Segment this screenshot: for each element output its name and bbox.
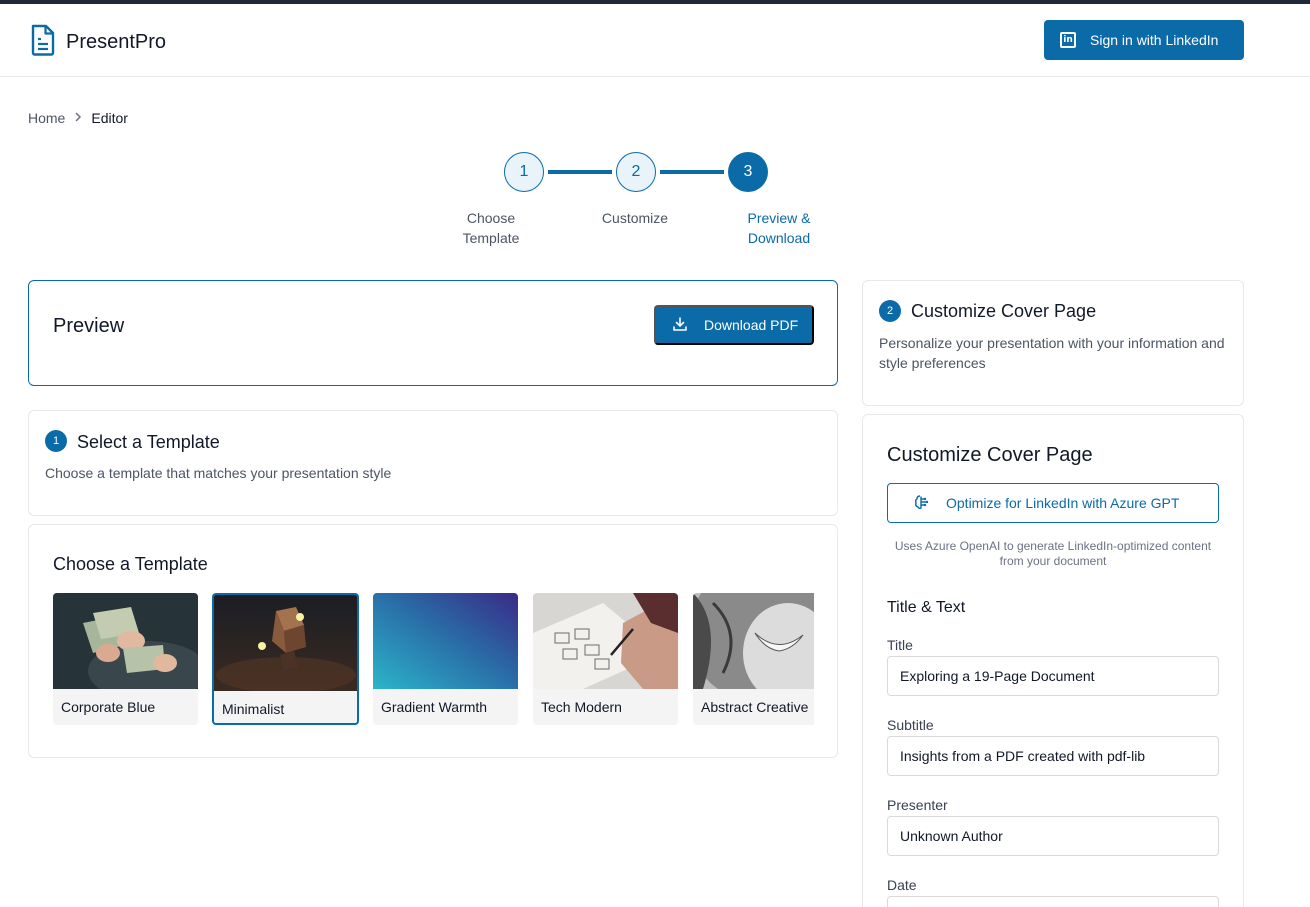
template-card-gradient-warmth[interactable]: Gradient Warmth [373, 593, 518, 725]
subtitle-field-label: Subtitle [887, 717, 934, 733]
select-template-description: Choose a template that matches your pres… [45, 465, 392, 481]
template-thumbnail [214, 595, 357, 691]
template-thumbnail [373, 593, 518, 689]
preview-title: Preview [53, 315, 125, 337]
linkedin-icon: in [1060, 32, 1076, 48]
template-thumbnail [533, 593, 678, 689]
date-field-label: Date [887, 877, 917, 893]
brand-name: PresentPro [66, 31, 167, 53]
step-3-label: Preview & Download [747, 210, 811, 246]
template-name: Abstract Creative [701, 699, 809, 715]
step-1-label: Choose Template [462, 210, 520, 246]
template-name: Minimalist [222, 701, 285, 717]
choose-template-heading: Choose a Template [53, 554, 208, 574]
template-card-abstract-creative[interactable]: Abstract Creative [693, 593, 814, 725]
select-template-card: 1 Select a Template Choose a template th… [28, 410, 838, 516]
download-icon [672, 316, 688, 335]
preview-card: Preview Download PDF [28, 280, 838, 386]
document-icon [30, 24, 56, 61]
customize-header-card: 2 Customize Cover Page Personalize your … [862, 280, 1244, 406]
template-carousel[interactable]: Corporate Blue Minimalist Gradient Warmt… [53, 593, 814, 725]
step-badge: 2 [879, 300, 901, 322]
template-card-minimalist[interactable]: Minimalist [212, 593, 359, 725]
title-input[interactable] [887, 656, 1219, 696]
download-pdf-label: Download PDF [704, 317, 799, 333]
date-input[interactable] [887, 896, 1219, 907]
breadcrumb-home[interactable]: Home [28, 110, 65, 126]
step-connector-2 [660, 170, 724, 174]
template-card-corporate-blue[interactable]: Corporate Blue [53, 593, 198, 725]
template-name: Gradient Warmth [381, 699, 488, 715]
template-chooser-card: Choose a Template Corporate Blue Minimal… [28, 524, 838, 758]
step-1-circle[interactable]: 1 [504, 152, 544, 192]
step-connector-1 [548, 170, 612, 174]
template-card-tech-modern[interactable]: Tech Modern [533, 593, 678, 725]
template-thumbnail [693, 593, 814, 689]
brand[interactable]: PresentPro [30, 24, 166, 61]
template-name: Tech Modern [541, 699, 622, 715]
step-badge: 1 [45, 430, 67, 452]
step-2-circle[interactable]: 2 [616, 152, 656, 192]
template-name: Corporate Blue [61, 699, 156, 715]
title-text-group-heading: Title & Text [887, 599, 966, 616]
download-pdf-button[interactable]: Download PDF [654, 305, 814, 345]
breadcrumb-editor: Editor [91, 110, 128, 126]
sign-in-label: Sign in with LinkedIn [1090, 32, 1219, 48]
customize-form-title: Customize Cover Page [887, 444, 1093, 466]
presenter-field-label: Presenter [887, 797, 948, 813]
step-2-label: Customize [601, 210, 669, 226]
optimize-linkedin-button[interactable]: Optimize for LinkedIn with Azure GPT [887, 483, 1219, 523]
app-header: PresentPro in Sign in with LinkedIn [0, 4, 1310, 77]
presenter-input[interactable] [887, 816, 1219, 856]
subtitle-input[interactable] [887, 736, 1219, 776]
chevron-right-icon [73, 111, 83, 126]
sign-in-linkedin-button[interactable]: in Sign in with LinkedIn [1044, 20, 1244, 60]
template-thumbnail [53, 593, 198, 689]
customize-cover-title: Customize Cover Page [911, 301, 1097, 321]
customize-cover-description: Personalize your presentation with your … [879, 335, 1225, 371]
step-3-circle[interactable]: 3 [728, 152, 768, 192]
optimize-label: Optimize for LinkedIn with Azure GPT [946, 495, 1180, 511]
select-template-title: Select a Template [77, 432, 220, 452]
customize-cover-form: Customize Cover Page Optimize for Linked… [862, 414, 1244, 907]
title-field-label: Title [887, 637, 913, 653]
optimize-note: Uses Azure OpenAI to generate LinkedIn-o… [894, 539, 1212, 568]
brain-icon [914, 494, 930, 513]
breadcrumb: Home Editor [28, 110, 128, 126]
